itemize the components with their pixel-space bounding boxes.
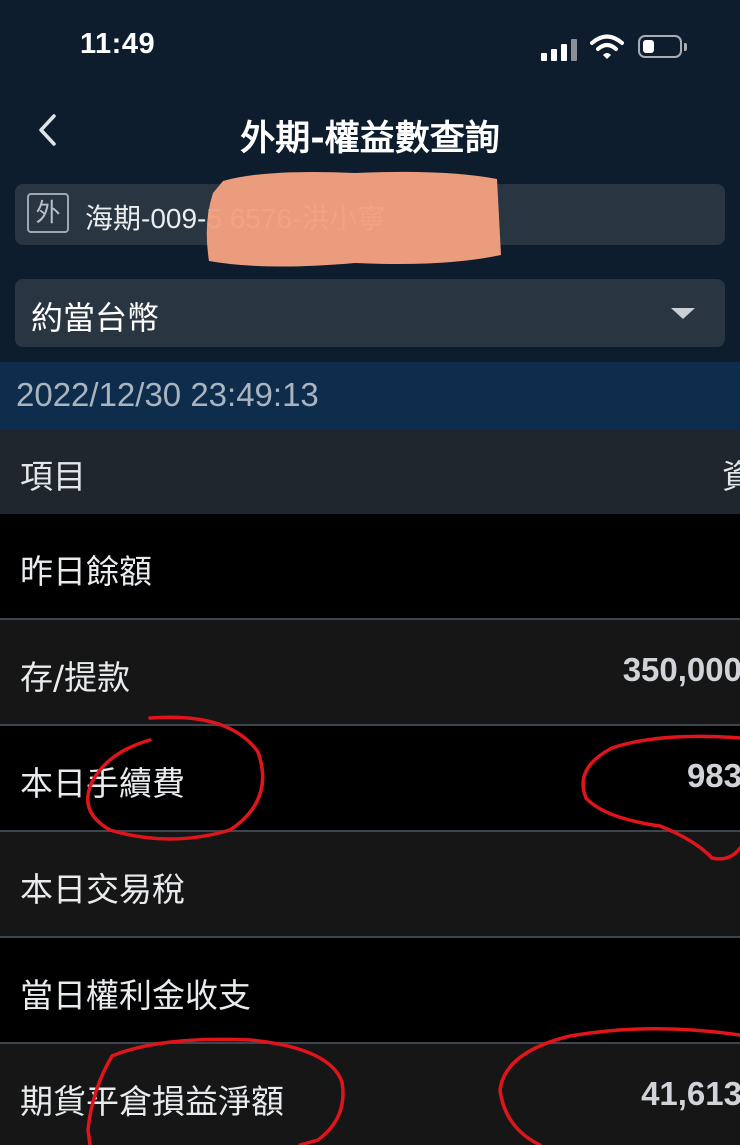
redaction-mark — [206, 171, 501, 267]
timestamp-bar: 2022/12/30 23:49:13 — [0, 362, 740, 430]
row-label: 當日權利金收支 — [20, 976, 251, 1015]
currency-selected: 約當台幣 — [31, 299, 160, 337]
query-timestamp: 2022/12/30 23:49:13 — [16, 376, 319, 413]
currency-dropdown[interactable]: 約當台幣 — [15, 279, 725, 347]
row-value: 350,000 — [622, 651, 740, 688]
row-label: 期貨平倉損益淨額 — [20, 1082, 284, 1121]
cellular-signal-icon — [541, 37, 577, 61]
status-time: 11:49 — [80, 28, 156, 60]
table-row: 昨日餘額 — [0, 514, 740, 620]
header-amount: 資 — [722, 457, 740, 496]
table-header: 項目 資 — [0, 430, 740, 514]
header-item: 項目 — [20, 457, 86, 496]
wifi-icon — [590, 34, 624, 59]
table-row: 本日交易稅 — [0, 832, 740, 938]
row-label: 昨日餘額 — [20, 552, 152, 591]
account-type-badge: 外 — [27, 193, 69, 233]
row-label: 本日交易稅 — [20, 870, 185, 909]
row-label: 本日手續費 — [20, 764, 185, 803]
row-value: 983 — [686, 757, 740, 794]
caret-down-icon — [671, 308, 695, 319]
table-row: 期貨平倉損益淨額 41,613 — [0, 1044, 740, 1145]
table-row: 當日權利金收支 — [0, 938, 740, 1044]
battery-icon — [638, 35, 687, 58]
table-row: 存/提款 350,000 — [0, 620, 740, 726]
row-value: 41,613 — [641, 1075, 740, 1112]
page-title: 外期-權益數查詢 — [240, 119, 500, 159]
table-row: 本日手續費 983 — [0, 726, 740, 832]
row-label: 存/提款 — [20, 658, 131, 697]
